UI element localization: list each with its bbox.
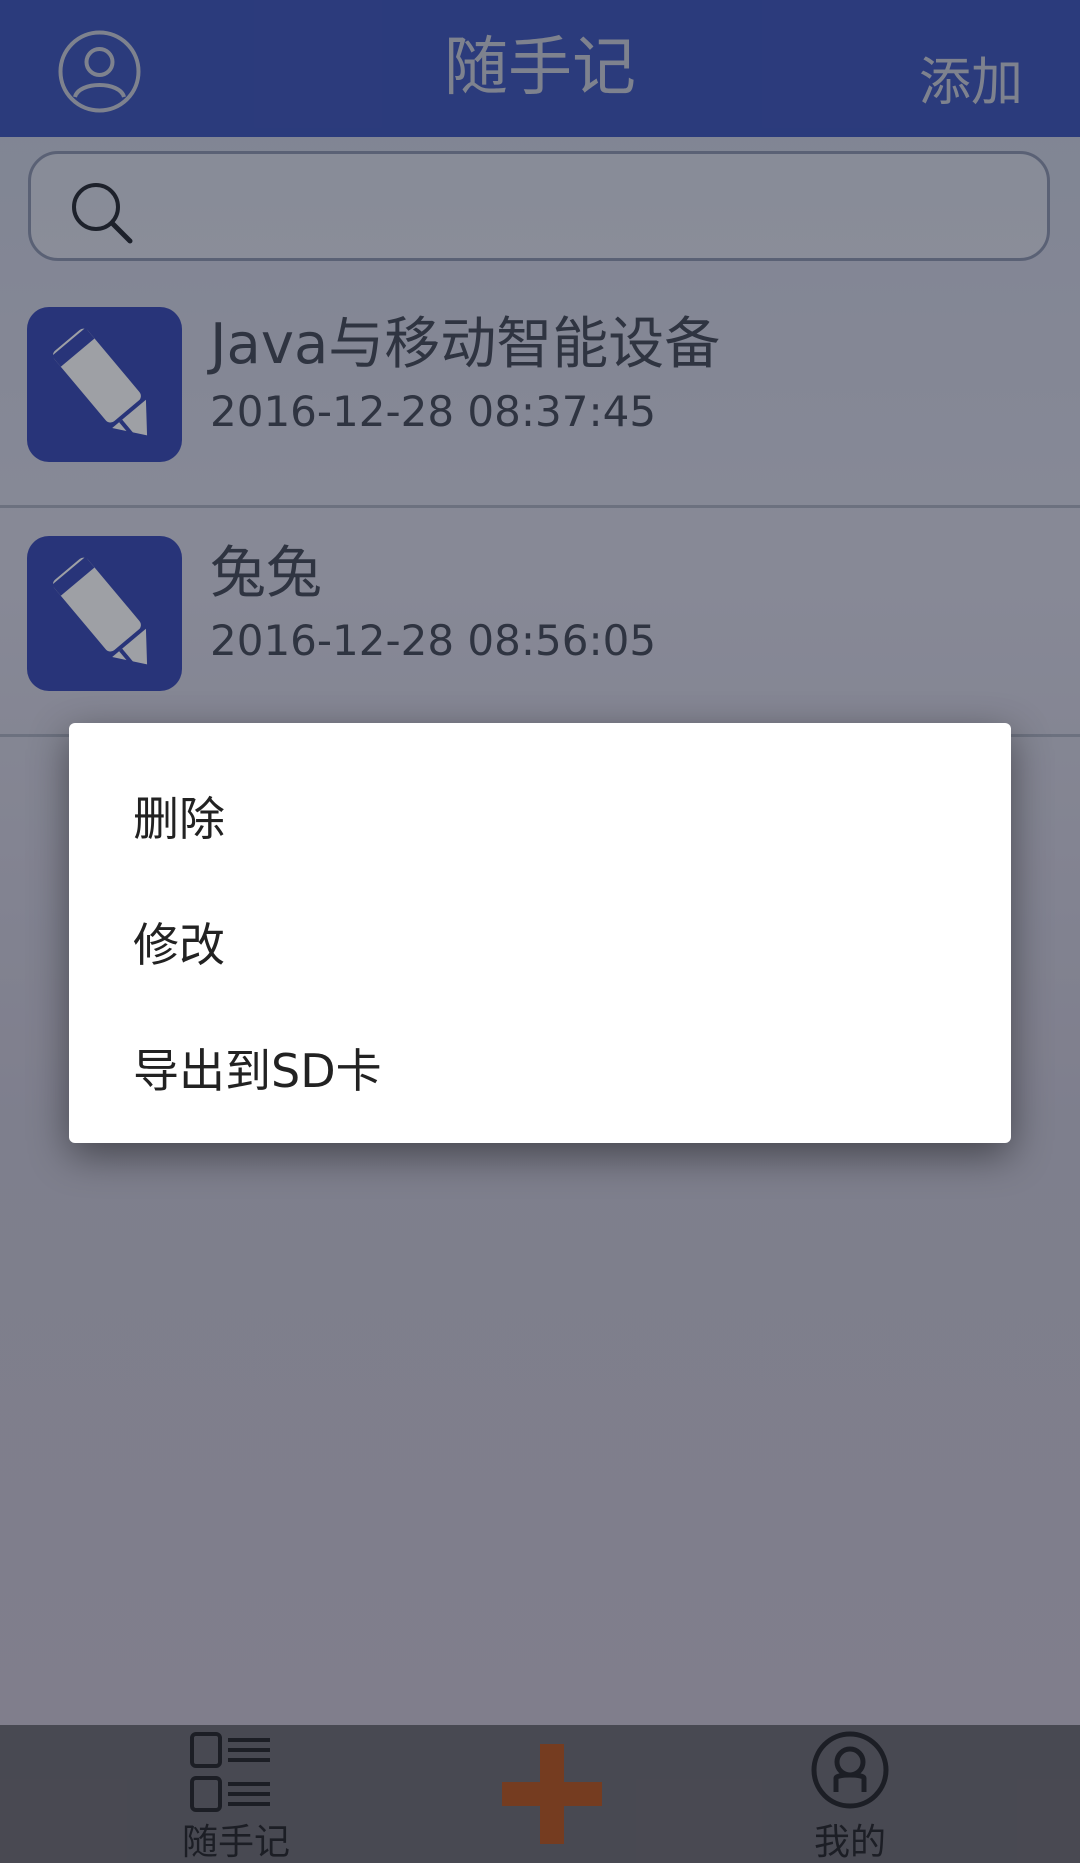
menu-item-export-sd[interactable]: 导出到SD卡 bbox=[133, 1035, 382, 1101]
app-screen: 随手记 添加 Java与移动智能设备 2016-12-28 08:37:45 兔… bbox=[0, 0, 1080, 1863]
context-menu: 删除 修改 导出到SD卡 bbox=[69, 723, 1011, 1143]
menu-item-edit[interactable]: 修改 bbox=[133, 909, 225, 975]
menu-item-delete[interactable]: 删除 bbox=[133, 783, 225, 849]
